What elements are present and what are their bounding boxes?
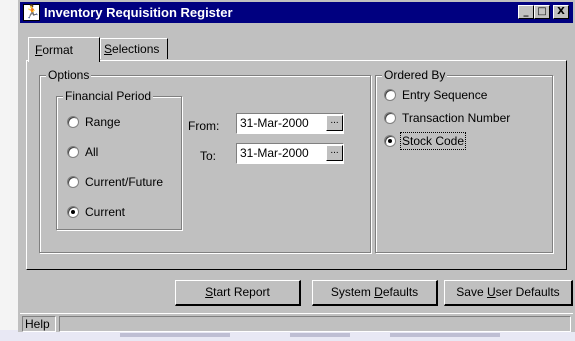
radio-current-future[interactable]: Current/Future xyxy=(67,175,163,189)
minimize-button[interactable]: _ xyxy=(518,5,534,19)
title-bar[interactable]: 🏃 Inventory Requisition Register _ □ X xyxy=(20,2,573,23)
minimize-icon: _ xyxy=(523,6,529,17)
maximize-icon: □ xyxy=(537,6,547,17)
from-date-picker-button[interactable]: ... xyxy=(326,115,343,131)
save-user-defaults-button[interactable]: Save User Defaults xyxy=(444,280,573,306)
radio-circle xyxy=(384,89,396,101)
format-tab-page: Options Financial Period Range All Curre… xyxy=(26,60,567,270)
radio-circle xyxy=(67,176,79,188)
from-label: From: xyxy=(188,119,220,133)
close-icon: X xyxy=(557,6,565,17)
radio-range[interactable]: Range xyxy=(67,115,120,129)
to-date-picker-button[interactable]: ... xyxy=(326,145,343,161)
options-label: Options xyxy=(46,68,92,82)
radio-circle xyxy=(67,116,79,128)
radio-current[interactable]: Current xyxy=(67,205,125,219)
ordered-by-label: Ordered By xyxy=(382,68,448,82)
taskbar-glyph xyxy=(290,333,350,337)
desktop-background xyxy=(0,0,18,341)
taskbar-glyph xyxy=(120,333,230,337)
financial-period-label: Financial Period xyxy=(63,89,154,103)
status-bar: Help xyxy=(20,313,573,333)
radio-circle xyxy=(67,206,79,218)
status-help-panel: Help xyxy=(22,316,56,332)
start-report-button[interactable]: Start Report xyxy=(175,280,301,306)
radio-circle xyxy=(384,135,396,147)
system-defaults-button[interactable]: System Defaults xyxy=(312,280,438,306)
radio-entry-sequence[interactable]: Entry Sequence xyxy=(384,88,487,102)
runner-icon: 🏃 xyxy=(23,4,41,21)
radio-circle xyxy=(384,112,396,124)
radio-circle xyxy=(67,146,79,158)
tab-selections[interactable]: Selections xyxy=(100,38,168,59)
options-group: Options Financial Period Range All Curre… xyxy=(39,68,371,253)
tab-format[interactable]: Format xyxy=(28,37,100,62)
radio-stock-code[interactable]: Stock Code xyxy=(384,132,467,150)
close-button[interactable]: X xyxy=(553,5,569,19)
radio-transaction-number[interactable]: Transaction Number xyxy=(384,111,510,125)
window-title: Inventory Requisition Register xyxy=(44,5,233,20)
ordered-by-group: Ordered By Entry Sequence Transaction Nu… xyxy=(375,68,553,253)
report-window: 🏃 Inventory Requisition Register _ □ X F… xyxy=(18,0,575,332)
status-message-panel xyxy=(59,316,571,332)
financial-period-group: Financial Period Range All Current/Futur… xyxy=(56,89,182,230)
maximize-button[interactable]: □ xyxy=(534,5,550,19)
to-label: To: xyxy=(200,149,217,163)
taskbar-glyph xyxy=(390,333,500,337)
radio-all[interactable]: All xyxy=(67,145,98,159)
